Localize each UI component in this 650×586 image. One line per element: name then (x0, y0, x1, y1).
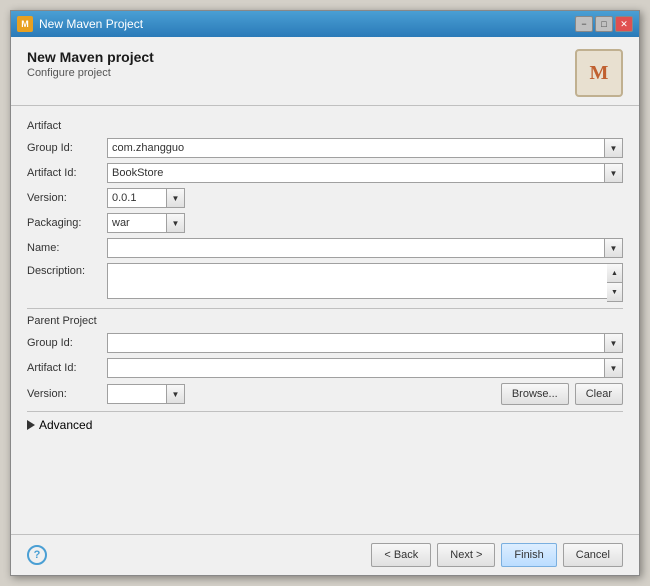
description-label: Description: (27, 265, 107, 277)
parent-version-row: Version: ▼ Browse... Clear (27, 383, 623, 405)
group-id-label: Group Id: (27, 142, 107, 154)
parent-artifact-id-dropdown-wrap: ▼ (107, 358, 623, 378)
finish-button[interactable]: Finish (501, 543, 556, 567)
next-button[interactable]: Next > (437, 543, 495, 567)
group-id-input[interactable] (107, 138, 605, 158)
main-window: M New Maven Project − □ ✕ New Maven proj… (10, 10, 640, 576)
parent-group-id-dropdown-btn[interactable]: ▼ (605, 333, 623, 353)
parent-version-dropdown-btn[interactable]: ▼ (167, 384, 185, 404)
section-divider-1 (27, 308, 623, 309)
artifact-id-row: Artifact Id: ▼ (27, 163, 623, 183)
logo-letter: M (590, 62, 609, 85)
minimize-button[interactable]: − (575, 16, 593, 32)
window-icon: M (17, 16, 33, 32)
advanced-row[interactable]: Advanced (27, 418, 623, 432)
parent-artifact-id-label: Artifact Id: (27, 362, 107, 374)
name-dropdown-wrap: ▼ (107, 238, 623, 258)
footer-right: < Back Next > Finish Cancel (371, 543, 623, 567)
artifact-id-dropdown-btn[interactable]: ▼ (605, 163, 623, 183)
parent-group-id-dropdown-wrap: ▼ (107, 333, 623, 353)
scroll-up-btn[interactable]: ▲ (607, 264, 622, 283)
parent-group-id-row: Group Id: ▼ (27, 333, 623, 353)
dialog-subtitle: Configure project (27, 67, 154, 79)
section-divider-2 (27, 411, 623, 412)
parent-artifact-id-row: Artifact Id: ▼ (27, 358, 623, 378)
packaging-label: Packaging: (27, 217, 107, 229)
parent-artifact-id-dropdown-btn[interactable]: ▼ (605, 358, 623, 378)
description-input[interactable] (107, 263, 623, 299)
advanced-label: Advanced (39, 418, 92, 432)
packaging-dropdown-btn[interactable]: ▼ (167, 213, 185, 233)
parent-artifact-id-input[interactable] (107, 358, 605, 378)
artifact-id-dropdown-wrap: ▼ (107, 163, 623, 183)
version-label: Version: (27, 192, 107, 204)
version-dropdown-btn[interactable]: ▼ (167, 188, 185, 208)
parent-version-input[interactable] (107, 384, 167, 404)
cancel-button[interactable]: Cancel (563, 543, 623, 567)
name-row: Name: ▼ (27, 238, 623, 258)
header-text: New Maven project Configure project (27, 49, 154, 79)
version-input[interactable] (107, 188, 167, 208)
version-dropdown-wrap: ▼ (107, 188, 187, 208)
artifact-id-input[interactable] (107, 163, 605, 183)
group-id-row: Group Id: ▼ (27, 138, 623, 158)
group-id-dropdown-btn[interactable]: ▼ (605, 138, 623, 158)
close-button[interactable]: ✕ (615, 16, 633, 32)
name-label: Name: (27, 242, 107, 254)
content-area: New Maven project Configure project M Ar… (11, 37, 639, 575)
header-section: New Maven project Configure project M (11, 37, 639, 106)
version-row: Version: ▼ (27, 188, 623, 208)
title-bar: M New Maven Project − □ ✕ (11, 11, 639, 37)
version-browse-wrap: ▼ Browse... Clear (107, 383, 623, 405)
parent-version-label: Version: (27, 388, 107, 400)
back-button[interactable]: < Back (371, 543, 431, 567)
maximize-button[interactable]: □ (595, 16, 613, 32)
packaging-dropdown-wrap: ▼ (107, 213, 187, 233)
parent-version-dropdown-wrap: ▼ (107, 384, 187, 404)
description-scrollbar: ▲ ▼ (607, 263, 623, 302)
group-id-dropdown-wrap: ▼ (107, 138, 623, 158)
title-bar-left: M New Maven Project (17, 16, 143, 32)
parent-group-id-input[interactable] (107, 333, 605, 353)
packaging-input[interactable] (107, 213, 167, 233)
advanced-triangle-icon (27, 420, 35, 430)
maven-logo: M (575, 49, 623, 97)
footer-left: ? (27, 545, 47, 565)
main-form: Artifact Group Id: ▼ Artifact Id: ▼ Ver (11, 106, 639, 534)
window-title: New Maven Project (39, 17, 143, 31)
name-input[interactable] (107, 238, 605, 258)
name-dropdown-btn[interactable]: ▼ (605, 238, 623, 258)
artifact-id-label: Artifact Id: (27, 167, 107, 179)
dialog-footer: ? < Back Next > Finish Cancel (11, 534, 639, 575)
packaging-row: Packaging: ▼ (27, 213, 623, 233)
artifact-section-label: Artifact (27, 120, 623, 132)
description-wrap: ▲ ▼ (107, 263, 623, 302)
description-row: Description: ▲ ▼ (27, 263, 623, 302)
scroll-down-btn[interactable]: ▼ (607, 283, 622, 301)
browse-button[interactable]: Browse... (501, 383, 569, 405)
help-button[interactable]: ? (27, 545, 47, 565)
dialog-title: New Maven project (27, 49, 154, 65)
clear-button[interactable]: Clear (575, 383, 623, 405)
title-controls: − □ ✕ (575, 16, 633, 32)
parent-group-id-label: Group Id: (27, 337, 107, 349)
parent-project-section-label: Parent Project (27, 315, 623, 327)
